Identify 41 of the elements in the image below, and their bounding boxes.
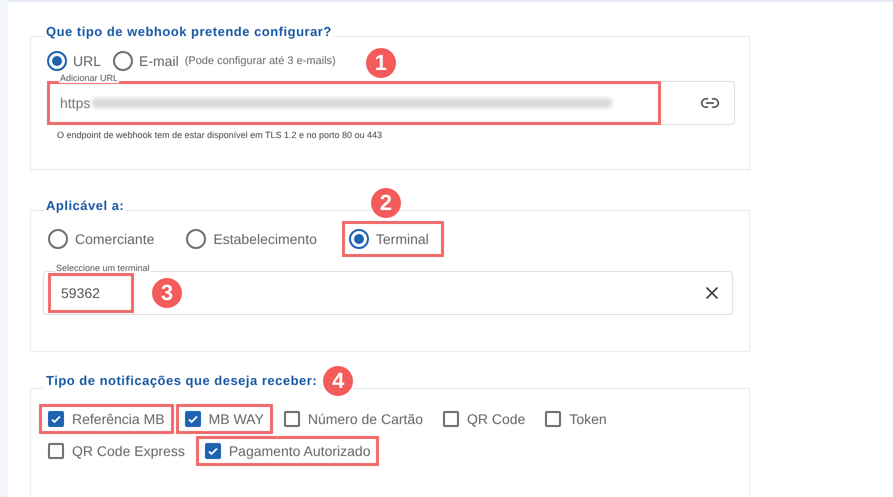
checkbox[interactable] [443, 411, 459, 427]
checkbox-label: MB WAY [208, 410, 264, 428]
field-label: Seleccione um terminal [55, 264, 151, 273]
radio-label: Terminal [376, 230, 430, 248]
radio-label: Comerciante [75, 230, 156, 248]
radio-button[interactable] [186, 229, 206, 249]
url-input-field[interactable]: https [47, 81, 735, 125]
check-icon [50, 413, 62, 425]
checkbox-label: Token [569, 410, 607, 428]
hint-text: (Pode configurar até 3 e-mails) [184, 54, 336, 69]
radio-button[interactable] [48, 229, 68, 249]
checkbox[interactable] [545, 411, 562, 427]
radio-label: Estabelecimento [213, 230, 318, 248]
radio-label: URL [73, 52, 102, 70]
step-number-badge: 1 [366, 48, 396, 78]
checkbox-label: Número de Cartão [308, 410, 423, 428]
radio-button[interactable] [47, 51, 67, 71]
checkbox[interactable] [48, 443, 64, 459]
step-number-badge: 2 [370, 188, 401, 218]
checkbox-label: QR Code [467, 410, 526, 429]
radio-label: E-mail [139, 52, 179, 70]
input-value: 59362 [48, 273, 134, 313]
checkbox[interactable] [48, 411, 64, 427]
checkbox-label: Pagamento Autorizado [228, 442, 370, 461]
checkbox-label: Referência MB [72, 410, 165, 428]
checkbox[interactable] [184, 411, 201, 427]
checkbox[interactable] [284, 411, 300, 427]
input-value: https [60, 94, 90, 113]
checkbox[interactable] [204, 443, 221, 459]
check-icon [206, 445, 219, 457]
check-icon [186, 413, 199, 425]
terminal-select-field[interactable]: 59362 3 [43, 271, 733, 315]
radio-button[interactable] [113, 51, 134, 71]
help-text: O endpoint de webhook tem de estar disponível em TLS 1.2 e no porto 80 ou 443 [57, 129, 384, 142]
section-title: Que tipo de webhook pretende configurar? [44, 24, 334, 39]
step-number-badge: 3 [152, 278, 182, 308]
radio-button[interactable] [348, 229, 369, 249]
step-number-badge: 4 [323, 366, 354, 396]
field-label: Adicionar URL [59, 74, 120, 83]
checkbox-label: QR Code Express [72, 442, 185, 461]
section-title: Aplicável a: [44, 198, 126, 213]
